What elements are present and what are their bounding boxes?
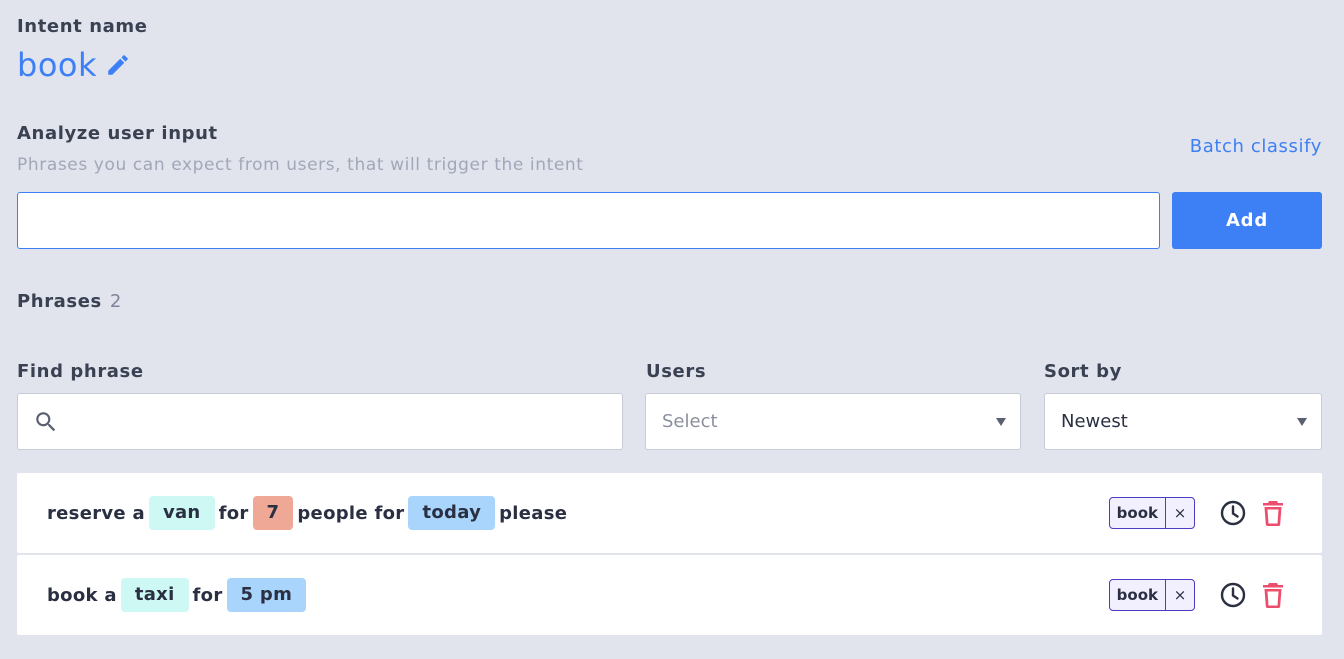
intent-tag-label: book xyxy=(1116,586,1158,604)
batch-classify-link[interactable]: Batch classify xyxy=(1190,136,1322,157)
phrase-token: for xyxy=(218,502,249,524)
search-icon xyxy=(18,409,74,435)
entity-token[interactable]: 7 xyxy=(252,496,294,530)
users-label: Users xyxy=(646,361,707,382)
intent-name-label: Intent name xyxy=(17,16,148,37)
entity-token[interactable]: 5 pm xyxy=(226,578,307,612)
phrase-token: reserve a xyxy=(47,502,145,524)
phrase-input[interactable] xyxy=(17,192,1160,249)
trash-icon[interactable] xyxy=(1261,581,1285,609)
phrase-token: for xyxy=(192,584,223,606)
phrase-token: please xyxy=(499,502,568,524)
phrase-token: book a xyxy=(47,584,117,606)
close-icon[interactable]: × xyxy=(1165,580,1194,610)
trash-icon[interactable] xyxy=(1261,499,1285,527)
phrase-text: reserve a van for 7 people for today ple… xyxy=(47,496,571,530)
find-phrase-label: Find phrase xyxy=(17,361,144,382)
add-button[interactable]: Add xyxy=(1172,192,1322,249)
sort-by-select[interactable]: Newest xyxy=(1044,393,1322,450)
phrase-row[interactable]: book a taxi for 5 pm book × xyxy=(17,555,1322,635)
intent-tag-label: book xyxy=(1116,504,1158,522)
intent-tag: book × xyxy=(1108,579,1195,611)
entity-token[interactable]: taxi xyxy=(120,578,189,612)
users-select[interactable]: Select xyxy=(645,393,1021,450)
analyze-label: Analyze user input xyxy=(17,123,218,144)
pencil-icon[interactable] xyxy=(105,52,131,78)
caret-down-icon xyxy=(1297,417,1307,426)
phrases-title: Phrases xyxy=(17,291,102,312)
sort-by-value: Newest xyxy=(1061,411,1128,432)
find-phrase-input[interactable] xyxy=(74,394,622,449)
intent-tag: book × xyxy=(1108,497,1195,529)
users-select-value: Select xyxy=(662,411,718,432)
phrase-row[interactable]: reserve a van for 7 people for today ple… xyxy=(17,473,1322,553)
analyze-subtitle: Phrases you can expect from users, that … xyxy=(17,155,584,175)
intent-name-row: book xyxy=(17,46,131,84)
phrases-header: Phrases 2 xyxy=(17,291,121,312)
entity-token[interactable]: van xyxy=(148,496,215,530)
phrases-count: 2 xyxy=(109,291,122,312)
find-phrase-field[interactable] xyxy=(17,393,623,450)
clock-icon[interactable] xyxy=(1219,499,1247,527)
phrase-text: book a taxi for 5 pm xyxy=(47,578,310,612)
close-icon[interactable]: × xyxy=(1165,498,1194,528)
entity-token[interactable]: today xyxy=(408,496,496,530)
caret-down-icon xyxy=(996,417,1006,426)
intent-name: book xyxy=(17,46,97,84)
phrase-token: people for xyxy=(297,502,405,524)
sort-by-label: Sort by xyxy=(1044,361,1122,382)
clock-icon[interactable] xyxy=(1219,581,1247,609)
